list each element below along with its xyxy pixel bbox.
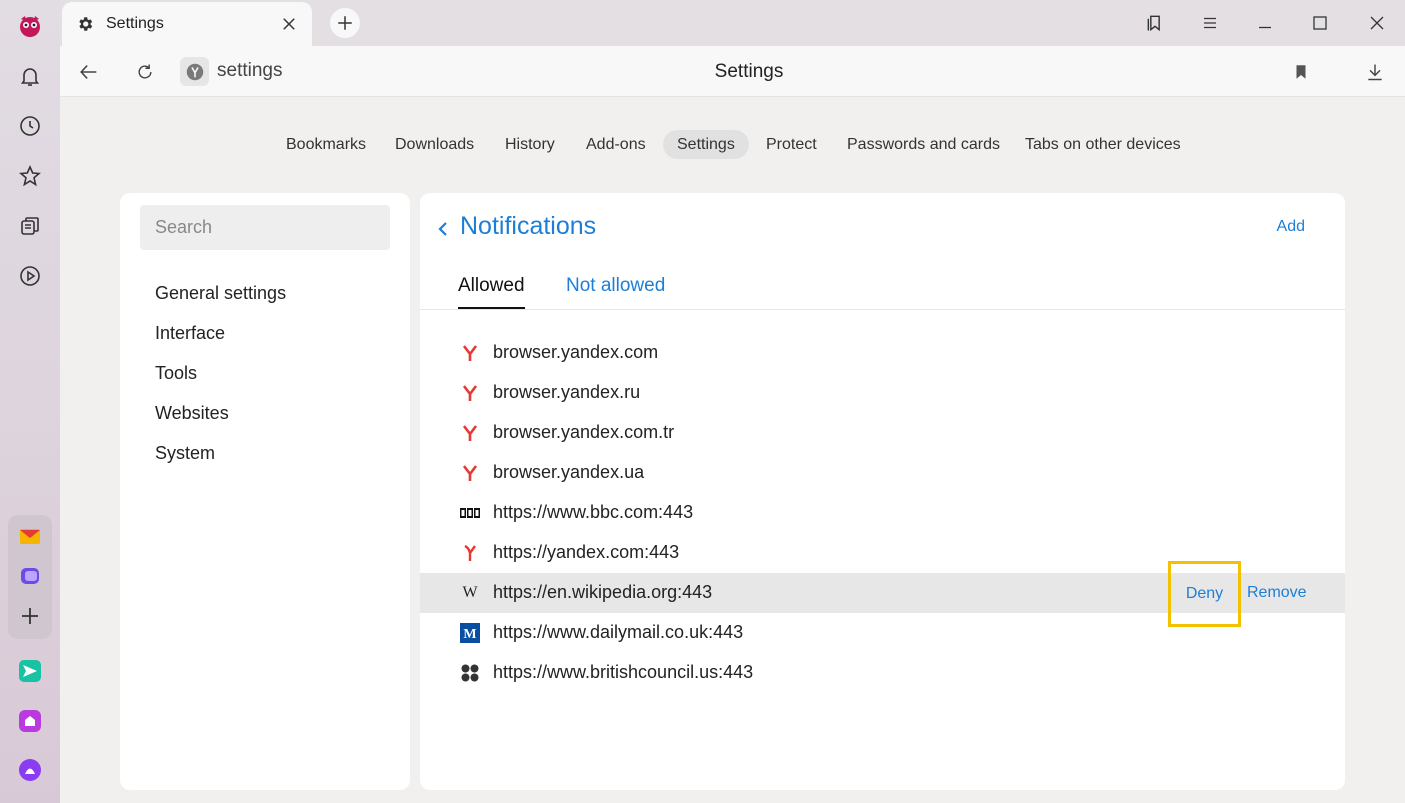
search-input[interactable] [140, 205, 390, 250]
collections-icon[interactable] [14, 210, 46, 242]
site-name: browser.yandex.ua [493, 462, 645, 482]
site-name: https://www.dailymail.co.uk:443 [493, 622, 744, 642]
settings-nav: Bookmarks Downloads History Add-ons Sett… [60, 97, 1405, 192]
bookmarks-panel-icon [1147, 15, 1160, 32]
maximize-icon [1313, 16, 1327, 30]
window-close-icon [1370, 16, 1384, 30]
minimize-icon [1259, 26, 1271, 29]
notifications-panel: Notifications Add Allowed Not allowed br… [420, 193, 1345, 790]
wikipedia-icon: W [462, 584, 478, 601]
mail-icon[interactable] [14, 520, 46, 552]
browser-logo-icon[interactable] [14, 10, 46, 42]
menu-websites[interactable]: Websites [155, 403, 229, 424]
site-name: https://yandex.com:443 [493, 542, 680, 562]
svg-text:M: M [463, 627, 476, 642]
notifications-heading: Notifications [460, 212, 597, 240]
alice-home-icon[interactable] [14, 705, 46, 737]
yandex-icon [460, 423, 480, 443]
send-app-icon[interactable] [14, 655, 46, 687]
yandex-icon [460, 343, 480, 363]
tab-allowed[interactable]: Allowed [458, 275, 525, 309]
menu-system[interactable]: System [155, 443, 215, 464]
bookmarks-panel-button[interactable] [1143, 11, 1167, 35]
add-button[interactable]: Add [1277, 218, 1305, 236]
dailymail-icon: M [460, 623, 480, 643]
site-name: browser.yandex.ru [493, 382, 641, 402]
minimize-button[interactable] [1253, 11, 1277, 35]
star-icon[interactable] [14, 160, 46, 192]
nav-history[interactable]: History [491, 130, 569, 159]
nav-settings[interactable]: Settings [663, 130, 749, 159]
site-name: https://www.britishcouncil.us:443 [493, 662, 754, 682]
tab-not-allowed[interactable]: Not allowed [566, 275, 665, 297]
sidebar [0, 0, 60, 803]
add-app-icon[interactable] [14, 600, 46, 632]
remove-button[interactable]: Remove [1247, 584, 1307, 602]
tabs-divider [420, 309, 1345, 310]
britishcouncil-icon [460, 663, 480, 683]
menu-icon [1204, 17, 1216, 29]
tab-settings[interactable]: Settings [62, 2, 312, 46]
bookmark-icon [1296, 65, 1306, 79]
nav-addons[interactable]: Add-ons [572, 130, 660, 159]
page-title: Settings [714, 61, 784, 82]
site-row[interactable]: https://www.bbc.com:443 [420, 493, 1345, 533]
site-row[interactable]: M https://www.dailymail.co.uk:443 [420, 613, 1345, 653]
bbc-icon [460, 503, 480, 523]
yandex-icon [460, 543, 480, 563]
site-row[interactable]: browser.yandex.com.tr [420, 413, 1345, 453]
new-tab-button[interactable] [330, 8, 360, 38]
download-icon [1368, 64, 1382, 81]
window-close-button[interactable] [1365, 11, 1389, 35]
settings-sidebar: General settings Interface Tools Website… [120, 193, 410, 790]
site-name: https://en.wikipedia.org:443 [493, 582, 713, 602]
alice-icon[interactable] [14, 754, 46, 786]
tab-title: Settings [106, 15, 164, 32]
gear-icon [79, 17, 93, 31]
title-bar: Settings [60, 0, 1405, 46]
yandex-icon [460, 383, 480, 403]
chevron-left-icon[interactable] [436, 220, 450, 238]
nav-downloads[interactable]: Downloads [381, 130, 488, 159]
bookmark-button[interactable] [1288, 59, 1314, 85]
nav-protect[interactable]: Protect [752, 130, 831, 159]
site-name: browser.yandex.com [493, 342, 659, 362]
close-icon[interactable] [280, 15, 298, 33]
yandex-icon [460, 463, 480, 483]
menu-button[interactable] [1198, 11, 1222, 35]
menu-general-settings[interactable]: General settings [155, 283, 286, 304]
site-row[interactable]: browser.yandex.ua [420, 453, 1345, 493]
messenger-icon[interactable] [14, 560, 46, 592]
nav-tabs-on-other-devices[interactable]: Tabs on other devices [1011, 130, 1195, 159]
nav-bookmarks[interactable]: Bookmarks [272, 130, 380, 159]
downloads-button[interactable] [1362, 59, 1388, 85]
menu-interface[interactable]: Interface [155, 323, 225, 344]
history-clock-icon[interactable] [14, 110, 46, 142]
site-row[interactable]: https://www.britishcouncil.us:443 [420, 653, 1345, 693]
bell-icon[interactable] [14, 60, 46, 92]
site-name: https://www.bbc.com:443 [493, 502, 694, 522]
menu-tools[interactable]: Tools [155, 363, 197, 384]
nav-passwords-and-cards[interactable]: Passwords and cards [833, 130, 1014, 159]
site-row[interactable]: browser.yandex.ru [420, 373, 1345, 413]
play-icon[interactable] [14, 260, 46, 292]
maximize-button[interactable] [1308, 11, 1332, 35]
site-row[interactable]: browser.yandex.com [420, 333, 1345, 373]
plus-icon [338, 16, 352, 30]
address-bar: settings Settings [60, 46, 1405, 97]
site-name: browser.yandex.com.tr [493, 422, 675, 442]
site-row-hovered[interactable]: W https://en.wikipedia.org:443 Deny Remo… [420, 561, 1345, 627]
